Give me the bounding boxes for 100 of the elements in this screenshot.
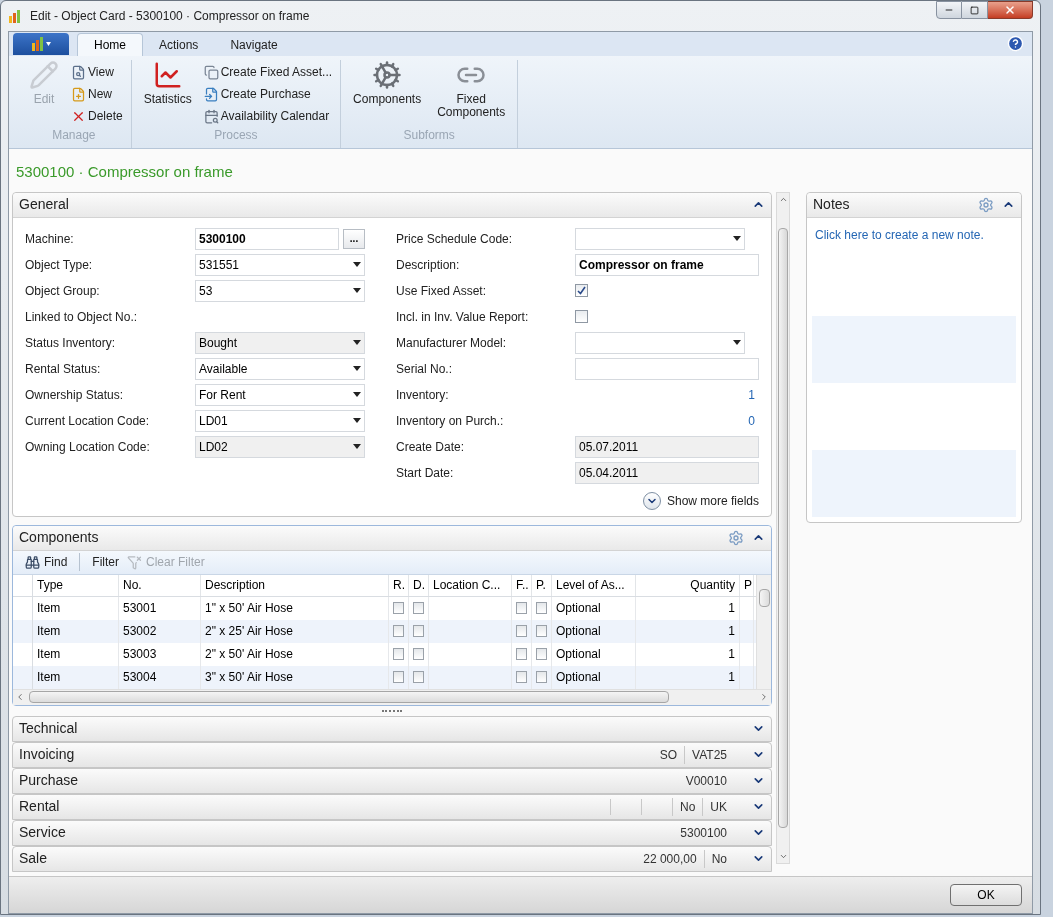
dropdown-arrow-icon <box>733 340 741 345</box>
dropdown-field[interactable]: 531551 <box>195 253 365 276</box>
column-header[interactable]: P. <box>532 574 552 596</box>
lookup-field[interactable]: 5300100 <box>195 227 339 250</box>
ribbon-button[interactable]: Fixed Components <box>433 60 510 119</box>
window-title: Edit - Object Card - 5300100 · Compressor on frame <box>30 8 311 25</box>
input-field[interactable]: Compressor on frame <box>575 253 759 276</box>
dropdown-field[interactable]: Available <box>195 357 365 380</box>
column-header[interactable]: P <box>740 574 754 596</box>
checkbox[interactable] <box>516 625 527 637</box>
checkbox[interactable] <box>536 671 547 683</box>
scroll-left-icon[interactable] <box>15 692 25 702</box>
ribbon-tab[interactable]: Navigate <box>214 33 294 56</box>
toolbar-button[interactable]: Find <box>25 553 68 571</box>
lookup-button[interactable]: ... <box>343 228 365 249</box>
column-header[interactable]: D. <box>409 574 429 596</box>
ribbon-button[interactable]: Create Purchase <box>203 84 333 104</box>
column-header[interactable]: Location C... <box>429 574 512 596</box>
vertical-scrollbar[interactable] <box>756 574 771 689</box>
field-label: Inventory: <box>396 386 450 404</box>
column-header[interactable]: F.. <box>512 574 532 596</box>
dropdown-field[interactable]: LD01 <box>195 409 365 432</box>
checkbox[interactable] <box>413 648 424 660</box>
clear-filter-icon <box>127 554 142 570</box>
dropdown-field[interactable]: 53 <box>195 279 365 302</box>
checkbox[interactable] <box>536 648 547 660</box>
dropdown-field[interactable] <box>575 227 745 250</box>
column-header[interactable]: No. <box>119 574 201 596</box>
field-label: Incl. in Inv. Value Report: <box>396 308 530 326</box>
fasttab-header[interactable]: Invoicing SO VAT25 <box>12 741 772 768</box>
checkbox[interactable] <box>393 602 404 614</box>
close-button[interactable] <box>988 1 1033 19</box>
checkbox[interactable] <box>575 284 588 297</box>
app-menu-button[interactable] <box>13 33 69 55</box>
table-cell-text: 1" x 50' Air Hose <box>205 600 293 617</box>
fasttab-header[interactable]: Rental No UK <box>12 793 772 820</box>
ribbon-tab[interactable]: Home <box>77 33 143 56</box>
checkbox[interactable] <box>516 602 527 614</box>
ribbon-button[interactable]: View <box>71 62 123 82</box>
checkbox[interactable] <box>516 671 527 683</box>
field-value[interactable]: 1 <box>748 385 755 404</box>
dropdown-arrow-icon <box>353 392 361 397</box>
section-title: General <box>19 195 70 214</box>
column-header[interactable]: Type <box>33 574 119 596</box>
settings-icon[interactable] <box>728 529 744 546</box>
maximize-button[interactable] <box>962 1 988 19</box>
checkbox[interactable] <box>393 648 404 660</box>
ribbon-button[interactable]: New <box>71 84 123 104</box>
field-label: Linked to Object No.: <box>25 308 139 326</box>
toolbar-button[interactable]: Filter <box>92 553 119 571</box>
table-cell-text: Optional <box>556 669 601 686</box>
field-value[interactable]: 0 <box>748 411 755 430</box>
fasttab-header[interactable]: Technical <box>12 715 772 742</box>
fasttab-header[interactable]: Purchase V00010 <box>12 767 772 794</box>
section-title: Notes <box>813 195 851 214</box>
section-title: Sale <box>19 849 49 868</box>
show-more-button[interactable]: Show more fields <box>642 491 759 510</box>
checkbox[interactable] <box>413 671 424 683</box>
checkbox[interactable] <box>393 671 404 683</box>
fasttab-header[interactable]: Service 5300100 <box>12 819 772 846</box>
dropdown-arrow-icon <box>353 366 361 371</box>
dropdown-field[interactable]: For Rent <box>195 383 365 406</box>
section-header[interactable]: Components <box>13 525 771 551</box>
checkbox[interactable] <box>393 625 404 637</box>
ribbon-button[interactable]: Statistics <box>139 60 196 106</box>
table-cell-text: Optional <box>556 623 601 640</box>
column-header[interactable]: R. <box>389 574 409 596</box>
section-header[interactable]: Notes <box>807 192 1021 218</box>
summary-value: 5300100 <box>679 824 728 842</box>
settings-icon[interactable] <box>978 196 994 213</box>
column-header[interactable]: Quantity <box>636 574 740 596</box>
checkbox[interactable] <box>536 602 547 614</box>
input-field[interactable] <box>575 357 759 380</box>
ribbon-button[interactable]: Delete <box>71 106 123 126</box>
resize-handle[interactable] <box>382 709 402 712</box>
maximize-icon <box>970 5 979 15</box>
minimize-button[interactable] <box>936 1 962 19</box>
dropdown-field[interactable] <box>575 331 745 354</box>
checkbox[interactable] <box>575 310 588 323</box>
ribbon-button[interactable]: Create Fixed Asset... <box>203 62 333 82</box>
checkbox[interactable] <box>413 602 424 614</box>
ok-button[interactable]: OK <box>950 884 1022 906</box>
ribbon-button[interactable]: Components <box>349 60 426 106</box>
ribbon-tab[interactable]: Actions <box>143 33 215 56</box>
column-header[interactable]: Description <box>201 574 389 596</box>
checkbox[interactable] <box>413 625 424 637</box>
scroll-right-icon[interactable] <box>759 692 769 702</box>
field-label: Start Date: <box>396 464 455 482</box>
checkbox[interactable] <box>516 648 527 660</box>
help-icon[interactable] <box>1007 35 1024 52</box>
dropdown-arrow-icon <box>353 262 361 267</box>
column-header[interactable]: Level of As... <box>552 574 636 596</box>
page-scrollbar[interactable] <box>776 191 790 864</box>
new-note-link[interactable]: Click here to create a new note. <box>815 227 984 242</box>
summary-value: UK <box>702 797 734 816</box>
checkbox[interactable] <box>536 625 547 637</box>
summary-value: SO <box>658 746 679 764</box>
section-header[interactable]: General <box>13 192 771 218</box>
ribbon-button[interactable]: Availability Calendar <box>203 106 333 126</box>
fasttab-header[interactable]: Sale 22 000,00 No <box>12 845 772 872</box>
